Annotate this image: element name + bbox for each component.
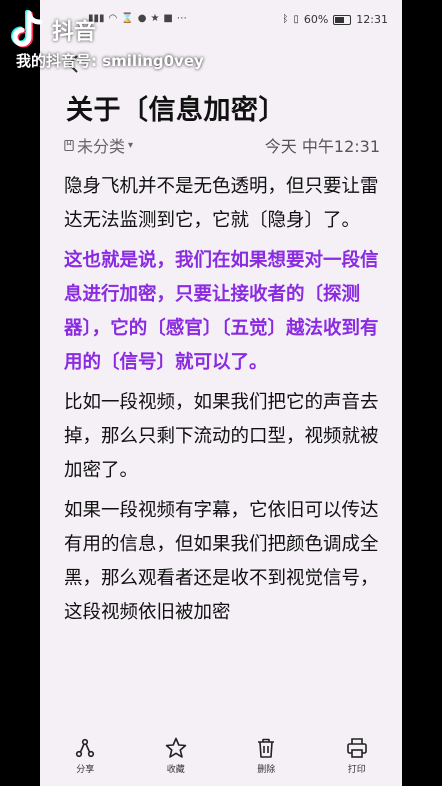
paragraph-1: 隐身飞机并不是无色透明，但只要让雷达无法监测到它，它就〔隐身〕了。	[64, 176, 379, 231]
status-right: ᛒ ▯ 60% 12:31	[282, 13, 388, 26]
favorite-label: 收藏	[166, 765, 185, 775]
note-body[interactable]: 隐身飞机并不是无色透明，但只要让雷达无法监测到它，它就〔隐身〕了。 这也就是说，…	[64, 170, 382, 730]
wechat-icon: ●	[137, 13, 147, 24]
category-dropdown[interactable]: 未分类 ▾	[64, 133, 133, 157]
print-label: 打印	[347, 765, 366, 775]
bottom-toolbar: 分享 收藏 删除 打印	[40, 730, 402, 786]
paragraph-3: 比如一段视频，如果我们把它的声音去掉，那么只剩下流动的口型，视频就被加密了。	[64, 392, 379, 481]
clock: 12:31	[356, 13, 388, 26]
share-button[interactable]: 分享	[50, 736, 120, 775]
douyin-account-id: 我的抖音号: smiling0vey	[16, 52, 204, 70]
delete-label: 删除	[257, 765, 276, 775]
favorite-button[interactable]: 收藏	[141, 736, 211, 775]
star-outline-icon	[165, 737, 187, 758]
printer-icon	[346, 738, 367, 758]
paragraph-4: 如果一段视频有字幕，它依旧可以传达有用的信息，但如果我们把颜色调成全黑，那么观看…	[64, 500, 379, 623]
battery-icon	[333, 14, 352, 25]
vibrate-icon: ▯	[293, 14, 299, 25]
trash-icon	[258, 738, 275, 758]
battery-percent: 60%	[303, 13, 329, 26]
status-left-icons: ▮▮▮ ◠ ⌛ ● ★ ■ ⋯	[88, 13, 187, 24]
note-meta: 未分类 ▾ 今天 中午12:31	[64, 133, 380, 157]
share-icon	[76, 738, 95, 758]
content-fade	[40, 700, 402, 730]
star-icon: ★	[150, 13, 160, 24]
paragraph-2-highlighted: 这也就是说，我们在如果想要对一段信息进行加密，只要让接收者的〔探测器〕，它的〔感…	[64, 250, 379, 373]
wifi-icon: ◠	[108, 13, 118, 24]
douyin-logo-icon	[11, 10, 43, 48]
phone-screen: ▮▮▮ ◠ ⌛ ● ★ ■ ⋯ ᛒ ▯ 60% 12:31 关于〔信息加密〕 未…	[40, 0, 402, 786]
app-icon: ■	[163, 13, 173, 24]
note-title: 关于〔信息加密〕	[66, 95, 286, 126]
category-label: 未分类	[77, 137, 126, 156]
delete-button[interactable]: 删除	[231, 736, 301, 775]
share-label: 分享	[76, 765, 95, 775]
alarm-icon: ⌛	[121, 13, 134, 24]
more-dots-icon: ⋯	[176, 13, 187, 24]
bluetooth-icon: ᛒ	[282, 14, 289, 25]
note-time: 今天 中午12:31	[264, 137, 380, 156]
print-button[interactable]: 打印	[322, 736, 392, 775]
douyin-app-name: 抖音	[52, 20, 97, 45]
folder-icon	[64, 139, 74, 151]
dropdown-caret-icon: ▾	[128, 139, 134, 151]
